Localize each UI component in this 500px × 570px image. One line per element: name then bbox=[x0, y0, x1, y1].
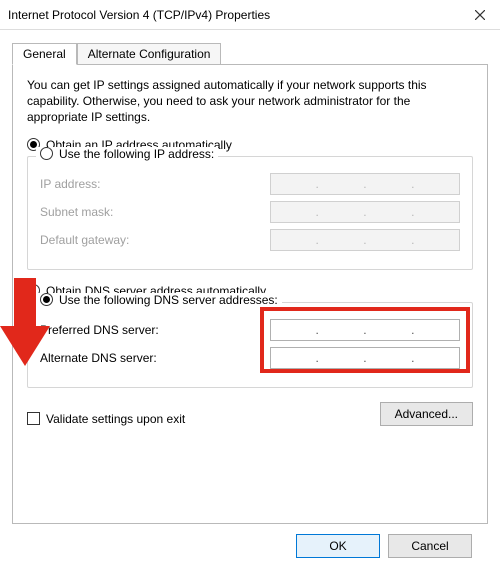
description-text: You can get IP settings assigned automat… bbox=[27, 77, 473, 126]
advanced-button[interactable]: Advanced... bbox=[380, 402, 473, 426]
radio-icon bbox=[40, 147, 53, 160]
checkbox-validate-settings[interactable]: Validate settings upon exit bbox=[27, 412, 185, 426]
window-title: Internet Protocol Version 4 (TCP/IPv4) P… bbox=[8, 8, 270, 22]
checkbox-icon bbox=[27, 412, 40, 425]
tabpage-general: You can get IP settings assigned automat… bbox=[12, 64, 488, 524]
tab-alternate-configuration[interactable]: Alternate Configuration bbox=[77, 43, 222, 64]
group-ip-manual: Use the following IP address: IP address… bbox=[27, 156, 473, 270]
default-gateway-input: ... bbox=[270, 229, 460, 251]
close-button[interactable] bbox=[460, 0, 500, 30]
field-preferred-dns: Preferred DNS server: ... bbox=[40, 319, 460, 341]
field-ip-address: IP address: ... bbox=[40, 173, 460, 195]
group-dns-manual: Use the following DNS server addresses: … bbox=[27, 302, 473, 388]
default-gateway-label: Default gateway: bbox=[40, 233, 200, 247]
field-alternate-dns: Alternate DNS server: ... bbox=[40, 347, 460, 369]
alternate-dns-input[interactable]: ... bbox=[270, 347, 460, 369]
tab-strip: General Alternate Configuration bbox=[12, 40, 488, 64]
alternate-dns-label: Alternate DNS server: bbox=[40, 351, 200, 365]
close-icon bbox=[475, 10, 485, 20]
preferred-dns-label: Preferred DNS server: bbox=[40, 323, 200, 337]
ok-button[interactable]: OK bbox=[296, 534, 380, 558]
subnet-mask-input: ... bbox=[270, 201, 460, 223]
radio-use-following-dns[interactable]: Use the following DNS server addresses: bbox=[40, 293, 278, 307]
titlebar: Internet Protocol Version 4 (TCP/IPv4) P… bbox=[0, 0, 500, 30]
tab-general[interactable]: General bbox=[12, 43, 77, 65]
radio-use-following-ip[interactable]: Use the following IP address: bbox=[40, 147, 214, 161]
subnet-mask-label: Subnet mask: bbox=[40, 205, 200, 219]
checkbox-label: Validate settings upon exit bbox=[46, 412, 185, 426]
bottom-row: Validate settings upon exit Advanced... bbox=[27, 402, 473, 426]
radio-label: Use the following IP address: bbox=[59, 147, 214, 161]
radio-label: Use the following DNS server addresses: bbox=[59, 293, 278, 307]
field-subnet-mask: Subnet mask: ... bbox=[40, 201, 460, 223]
field-default-gateway: Default gateway: ... bbox=[40, 229, 460, 251]
dialog-buttons: OK Cancel bbox=[12, 524, 488, 558]
dialog-content: General Alternate Configuration You can … bbox=[0, 30, 500, 570]
preferred-dns-input[interactable]: ... bbox=[270, 319, 460, 341]
ip-address-label: IP address: bbox=[40, 177, 200, 191]
cancel-button[interactable]: Cancel bbox=[388, 534, 472, 558]
ip-address-input: ... bbox=[270, 173, 460, 195]
radio-icon bbox=[40, 293, 53, 306]
